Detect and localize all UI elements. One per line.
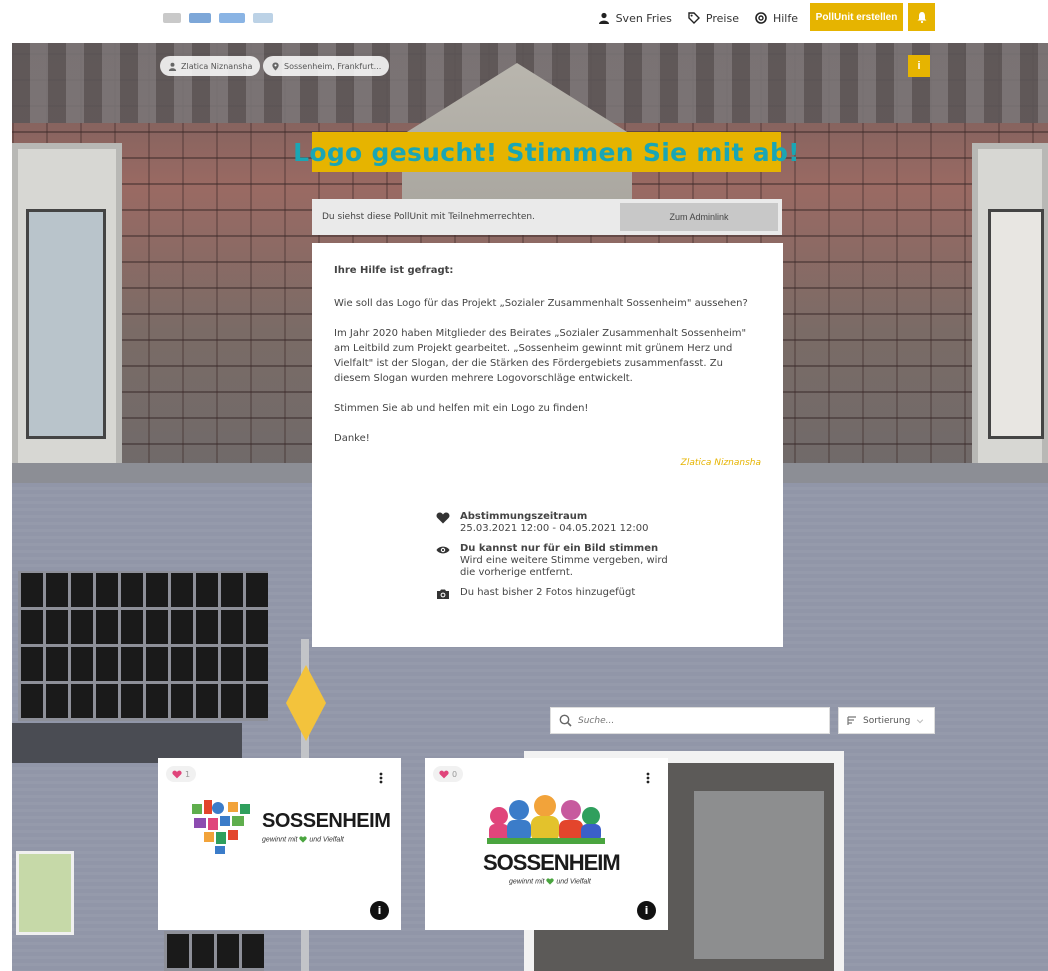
creator-pill[interactable]: Zlatica Niznansha [160,56,261,76]
logo-slogan-end: und Vielfalt [309,836,344,844]
map-marker-icon [272,61,279,71]
period-value: 25.03.2021 12:00 - 04.05.2021 12:00 [460,523,649,534]
logo-slogan: gewinnt mit und Vielfalt [262,836,344,843]
heart-icon [439,770,449,778]
left-window [12,143,122,483]
period-label: Abstimmungszeitraum [460,511,588,522]
logo-heart-mosaic [192,800,250,854]
logo-slogan-start: gewinnt mit [509,878,545,886]
participant-rights-bar: Du siehst diese PollUnit mit Teilnehmerr… [312,199,782,235]
logo-slogan-end: und Vielfalt [556,878,591,886]
like-button[interactable]: 0 [433,766,464,782]
lifebuoy-icon [755,12,767,24]
prices-label: Preise [705,11,739,25]
search-icon [559,714,572,727]
author-signature[interactable]: Zlatica Niznansha [334,456,761,471]
sort-dropdown[interactable]: Sortierung [838,707,935,734]
logo-title: SOSSENHEIM [262,810,391,832]
help-label: Hilfe [772,11,798,25]
sort-icon [847,715,856,725]
chevron-down-icon [917,718,924,723]
photos-added: Du hast bisher 2 Fotos hinzugefügt [436,587,676,600]
grid-window [18,571,268,721]
description-card: Ihre Hilfe ist gefragt: Wie soll das Log… [312,243,783,647]
grid-window-bottom [164,931,264,971]
more-vertical-icon [379,772,383,784]
logo-people-group [487,795,605,844]
vote-rule-label: Du kannst nur für ein Bild stimmen [460,543,659,554]
partner-logo-3 [219,13,245,23]
price-tag-icon [688,12,700,24]
dark-band [12,723,242,763]
user-icon [168,62,177,71]
more-vertical-icon [646,772,650,784]
camera-icon [437,589,449,599]
user-menu[interactable]: Sven Fries [598,12,672,25]
vote-rule: Du kannst nur für ein Bild stimmen Wird … [436,543,676,579]
like-count: 0 [452,769,458,779]
notifications-button[interactable] [908,3,935,31]
nav-links: Sven Fries Preise Hilfe [598,0,798,36]
heart-icon [172,770,182,778]
green-heart-icon [299,836,308,843]
partner-logos [163,10,273,26]
logo-slogan: gewinnt mit und Vielfalt [509,878,591,885]
search-box[interactable] [550,707,830,734]
photos-added-text: Du hast bisher 2 Fotos hinzugefügt [460,587,636,598]
bell-icon [917,12,926,23]
logo-title: SOSSENHEIM [483,850,621,875]
user-icon [598,12,609,24]
description-paragraph-3: Stimmen Sie ab und helfen mit ein Logo z… [334,403,589,414]
logo-slogan-start: gewinnt mit [262,836,298,844]
help-link[interactable]: Hilfe [755,12,798,25]
photo-card[interactable]: 0 SOSSENHEIM gewinnt mit und Vielfalt i [425,758,668,930]
photo-info-button[interactable]: i [637,901,656,920]
search-input[interactable] [578,715,818,726]
user-name: Sven Fries [615,11,672,25]
prices-link[interactable]: Preise [688,12,739,25]
photo-menu-button[interactable] [638,768,658,788]
rights-text: Du siehst diese PollUnit mit Teilnehmerr… [322,212,535,222]
wall-poster [16,851,74,935]
partner-logo-1 [163,13,181,23]
like-button[interactable]: 1 [166,766,197,782]
top-navigation: Sven Fries Preise Hilfe PollUnit erstell… [0,0,1048,43]
description-heading: Ihre Hilfe ist gefragt: [334,265,454,276]
photo-card[interactable]: 1 SOSSENHEIM gewinnt mit und Vielfalt i [158,758,401,930]
photo-info-button[interactable]: i [370,901,389,920]
description-paragraph-4: Danke! [334,433,370,444]
page-title: Logo gesucht! Stimmen Sie mit ab! [293,132,800,172]
location-pill[interactable]: Sossenheim, Frankfurt... [263,56,390,76]
photo-menu-button[interactable] [371,768,391,788]
create-pollunit-button[interactable]: PollUnit erstellen [810,3,903,31]
vote-rule-detail: Wird eine weitere Stimme vergeben, wird … [460,555,668,578]
voting-period: Abstimmungszeitraum 25.03.2021 12:00 - 0… [436,511,676,535]
location-name: Sossenheim, Frankfurt... [284,61,382,71]
admin-link-button[interactable]: Zum Adminlink [620,203,778,231]
eye-icon [436,546,450,554]
right-window [972,143,1048,483]
poll-meta: Abstimmungszeitraum 25.03.2021 12:00 - 0… [436,511,676,608]
description-paragraph-1: Wie soll das Logo für das Projekt „Sozia… [334,298,748,309]
sort-label: Sortierung [863,715,911,726]
description-paragraph-2: Im Jahr 2020 haben Mitglieder des Beirat… [334,328,747,384]
partner-logo-2 [189,13,211,23]
creator-name: Zlatica Niznansha [181,61,253,71]
like-count: 1 [185,769,191,779]
partner-logo-4 [253,13,273,23]
pollunit-info-button[interactable]: i [908,55,930,77]
heart-icon [436,512,450,524]
green-heart-icon [546,878,555,885]
